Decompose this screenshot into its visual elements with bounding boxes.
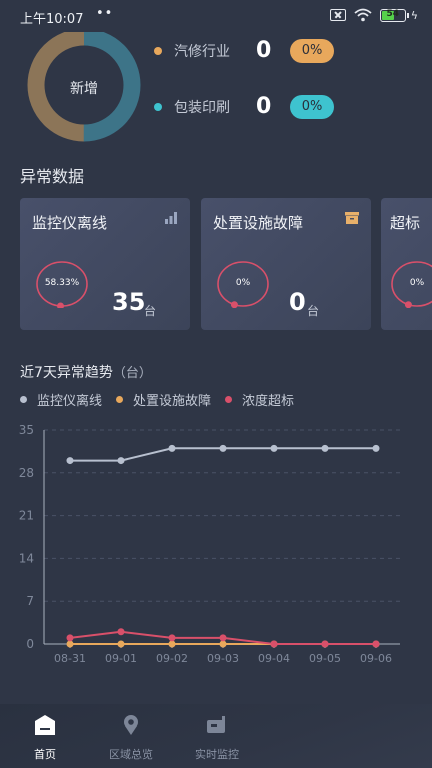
x-tick-label: 09-04	[258, 652, 290, 665]
industry-name: 汽修行业	[174, 43, 230, 60]
y-tick-label: 14	[19, 551, 34, 565]
data-point	[117, 628, 125, 636]
trend-legend: 监控仪离线 处置设施故障 浓度超标	[20, 390, 308, 409]
x-tick-label: 09-05	[309, 652, 341, 665]
tab-home[interactable]: 首页	[0, 704, 90, 768]
card-unit: 台	[144, 304, 157, 318]
data-point	[270, 444, 278, 452]
legend-dot	[20, 396, 27, 403]
archive-box-icon	[345, 212, 359, 224]
data-point	[66, 640, 74, 648]
x-tick-label: 09-01	[105, 652, 137, 665]
industry-name: 包装印刷	[174, 99, 230, 116]
progress-ring: 0%	[215, 260, 271, 309]
charging-icon: ϟ	[410, 8, 418, 22]
legend-item-facility-failure[interactable]: 处置设施故障	[116, 390, 211, 409]
legend-label: 处置设施故障	[133, 394, 212, 409]
location-pin-icon	[124, 715, 138, 735]
trend-title: 近7天异常趋势（台）	[20, 362, 152, 382]
overview-row-auto-repair[interactable]: 汽修行业 0 0%	[154, 38, 334, 63]
card-title: 超标	[390, 214, 421, 232]
data-point	[117, 640, 125, 648]
tab-region-overview[interactable]: 区域总览	[86, 704, 176, 768]
data-point	[372, 444, 380, 452]
battery-level: 54	[386, 8, 399, 19]
tab-label: 区域总览	[109, 748, 153, 761]
monitor-device-icon	[207, 716, 225, 733]
x-tick-label: 08-31	[54, 652, 86, 665]
data-point	[219, 640, 227, 648]
card-monitor-offline[interactable]: 监控仪离线 58.33% 35 台	[20, 198, 190, 330]
bottom-tab-bar: 首页 区域总览 实时监控	[0, 704, 432, 768]
bar-chart-icon	[165, 212, 177, 224]
overview-row-packaging-printing[interactable]: 包装印刷 0 0%	[154, 94, 334, 119]
status-time: 上午10:07	[20, 12, 84, 27]
data-point	[168, 640, 176, 648]
donut-center-label: 新增	[70, 81, 98, 97]
status-bar: 上午10:07 •• 54 ϟ	[0, 0, 432, 32]
no-sim-icon	[329, 9, 346, 21]
data-point	[321, 640, 329, 648]
tab-realtime-monitor[interactable]: 实时监控	[172, 704, 262, 768]
y-tick-label: 35	[19, 423, 34, 437]
battery-icon: 54 ϟ	[379, 8, 418, 22]
data-point	[66, 634, 74, 642]
industry-count: 0	[256, 38, 272, 63]
card-unit: 台	[307, 304, 320, 318]
x-tick-label: 09-03	[207, 652, 239, 665]
abnormal-cards-carousel[interactable]: 监控仪离线 58.33% 35 台 处置设施故障 0% 0 台 超标 0%	[20, 198, 432, 330]
trend-unit: （台）	[112, 366, 152, 381]
status-icons: 54 ϟ	[329, 8, 418, 22]
industry-count: 0	[256, 94, 272, 119]
legend-item-monitor-offline[interactable]: 监控仪离线	[20, 390, 102, 409]
new-donut-chart: 新增	[24, 28, 144, 142]
x-tick-label: 09-06	[360, 652, 392, 665]
progress-ring: 0%	[389, 260, 432, 309]
trend-line-chart: 0 7 14 21 28 35 08-31 09-01 09-02 09-03 09-04 09-05…	[19, 423, 400, 665]
legend-dot	[225, 396, 233, 403]
legend-label: 监控仪离线	[37, 394, 103, 409]
ring-percent: 0%	[409, 278, 425, 288]
legend-dot	[154, 46, 162, 55]
legend-label: 浓度超标	[242, 394, 295, 409]
card-title: 处置设施故障	[213, 214, 304, 232]
status-dots: ••	[96, 6, 114, 21]
legend-item-concentration-exceed[interactable]: 浓度超标	[225, 390, 294, 409]
y-tick-label: 21	[19, 509, 34, 523]
card-title: 监控仪离线	[32, 214, 108, 232]
data-point	[168, 634, 176, 642]
x-tick-label: 09-02	[156, 652, 188, 665]
legend-dot	[116, 396, 124, 403]
card-exceed-standard[interactable]: 超标 0%	[381, 198, 432, 330]
home-icon	[35, 715, 55, 735]
data-point	[372, 640, 380, 648]
card-count: 35	[112, 288, 146, 316]
card-facility-failure[interactable]: 处置设施故障 0% 0 台	[201, 198, 371, 330]
y-tick-label: 0	[26, 637, 34, 651]
data-point	[168, 444, 176, 452]
trend-title-text: 近7天异常趋势	[20, 365, 113, 381]
data-point	[117, 457, 125, 465]
tab-label: 实时监控	[195, 748, 239, 761]
card-count: 0	[289, 288, 306, 316]
ring-percent: 58.33%	[44, 278, 80, 288]
industry-percent-badge: 0%	[290, 94, 334, 119]
ring-percent: 0%	[235, 278, 251, 288]
tab-label: 首页	[34, 748, 56, 761]
data-point	[321, 444, 329, 452]
data-point	[219, 634, 227, 642]
wifi-icon	[354, 8, 372, 22]
data-point	[66, 457, 74, 465]
y-tick-label: 7	[26, 594, 34, 608]
abnormal-section-title: 异常数据	[20, 167, 85, 186]
industry-percent-badge: 0%	[290, 38, 334, 63]
legend-dot	[154, 102, 162, 111]
progress-ring: 58.33%	[34, 260, 90, 310]
data-point	[270, 640, 278, 648]
y-tick-label: 28	[19, 466, 34, 480]
data-point	[219, 444, 227, 452]
